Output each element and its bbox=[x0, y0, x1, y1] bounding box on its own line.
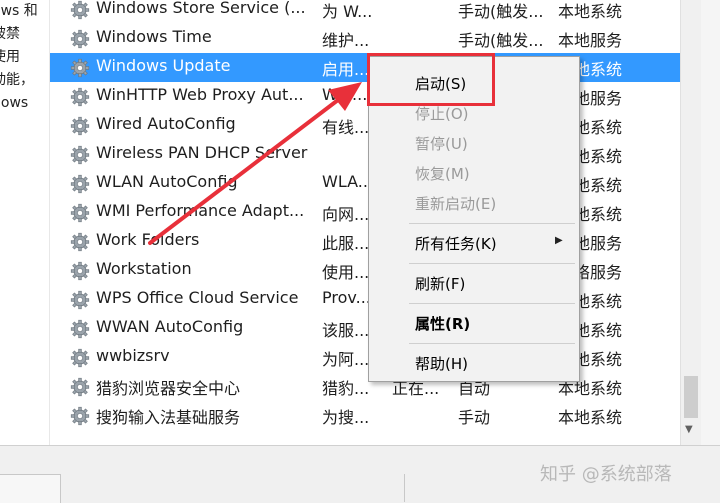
description-line: dows bbox=[0, 95, 29, 111]
service-row[interactable]: WLAN AutoConfig WLA... 本地系统 bbox=[50, 169, 680, 198]
description-panel: ows 和 被禁 使用 动能， dows bbox=[0, 0, 50, 445]
service-name: 猎豹浏览器安全中心 bbox=[96, 379, 241, 398]
service-name: Windows Store Service (... bbox=[96, 0, 306, 17]
service-name: WWAN AutoConfig bbox=[96, 317, 244, 336]
menu-separator bbox=[409, 343, 575, 344]
service-gear-icon bbox=[70, 290, 90, 310]
tab-separator bbox=[404, 474, 405, 502]
scroll-down-arrow-icon[interactable]: ▼ bbox=[685, 424, 693, 435]
service-gear-icon bbox=[70, 203, 90, 223]
menu-item-properties[interactable]: 属性(R) bbox=[369, 309, 579, 337]
service-name: Windows Time bbox=[96, 27, 212, 46]
service-gear-icon bbox=[70, 174, 90, 194]
menu-item-all-tasks[interactable]: 所有任务(K) ▶ bbox=[369, 229, 579, 257]
service-name: Work Folders bbox=[96, 230, 200, 249]
service-name: WLAN AutoConfig bbox=[96, 172, 238, 191]
annotation-highlight-box bbox=[367, 53, 495, 106]
menu-separator bbox=[409, 263, 575, 264]
service-gear-icon bbox=[70, 377, 90, 397]
service-name: WinHTTP Web Proxy Aut... bbox=[96, 85, 304, 104]
vertical-scrollbar[interactable]: ▼ bbox=[680, 0, 701, 445]
menu-item-refresh[interactable]: 刷新(F) bbox=[369, 269, 579, 297]
service-name: Wired AutoConfig bbox=[96, 114, 236, 133]
menu-item-help[interactable]: 帮助(H) bbox=[369, 349, 579, 377]
tab-extended[interactable] bbox=[0, 474, 61, 503]
service-startup-type: 手动 bbox=[458, 408, 491, 427]
service-gear-icon bbox=[70, 406, 90, 426]
service-gear-icon bbox=[70, 29, 90, 49]
service-logon-as: 本地系统 bbox=[558, 2, 623, 21]
service-row[interactable]: WWAN AutoConfig 该服... 本地系统 bbox=[50, 314, 680, 343]
description-line: 动能， bbox=[0, 72, 34, 88]
service-row[interactable]: WinHTTP Web Proxy Aut... Win... 本地服务 bbox=[50, 82, 680, 111]
menu-item-restart[interactable]: 重新启动(E) bbox=[369, 189, 579, 217]
description-line: 被禁 bbox=[0, 26, 20, 42]
description-line: ows 和 bbox=[0, 3, 38, 19]
service-description: 为搜... bbox=[322, 408, 370, 427]
service-gear-icon bbox=[70, 58, 90, 78]
service-gear-icon bbox=[70, 232, 90, 252]
service-gear-icon bbox=[70, 261, 90, 281]
service-description: Win... bbox=[322, 85, 368, 104]
service-row[interactable]: WPS Office Cloud Service Prov... 本地系统 bbox=[50, 285, 680, 314]
service-name: Windows Update bbox=[96, 56, 231, 75]
service-description: 有线... bbox=[322, 118, 370, 137]
service-description: 为 W... bbox=[322, 2, 372, 21]
watermark: 知乎 @系统部落 bbox=[540, 464, 672, 485]
service-name: WMI Performance Adapt... bbox=[96, 201, 305, 220]
service-gear-icon bbox=[70, 116, 90, 136]
menu-item-pause[interactable]: 暂停(U) bbox=[369, 129, 579, 157]
service-row[interactable]: Wired AutoConfig 有线... 本地系统 bbox=[50, 111, 680, 140]
service-row[interactable]: Windows Time 维护... 手动(触发... 本地服务 bbox=[50, 24, 680, 53]
submenu-arrow-icon: ▶ bbox=[555, 235, 563, 246]
service-name: wwbizsrv bbox=[96, 346, 170, 365]
service-startup-type: 手动(触发... bbox=[458, 31, 544, 50]
window-edge bbox=[701, 0, 720, 445]
services-list: Windows Store Service (... 为 W... 手动(触发...… bbox=[50, 0, 680, 445]
service-description: 此服... bbox=[322, 234, 370, 253]
menu-separator bbox=[409, 223, 575, 224]
menu-separator bbox=[409, 303, 575, 304]
service-row[interactable]: wwbizsrv 为阿... 本地系统 bbox=[50, 343, 680, 372]
service-startup-type: 手动(触发... bbox=[458, 2, 544, 21]
service-name: Wireless PAN DHCP Server bbox=[96, 143, 308, 162]
service-description: 为阿... bbox=[322, 350, 370, 369]
service-description: 维护... bbox=[322, 31, 370, 50]
service-logon-as: 本地服务 bbox=[558, 31, 623, 50]
service-gear-icon bbox=[70, 348, 90, 368]
service-description: WLA... bbox=[322, 172, 372, 191]
service-name: 搜狗输入法基础服务 bbox=[96, 408, 241, 427]
service-row[interactable]: Windows Update启用...手动(触发...本地系统 bbox=[50, 53, 680, 82]
service-row[interactable]: Windows Store Service (... 为 W... 手动(触发...… bbox=[50, 0, 680, 24]
service-description: 使用... bbox=[322, 263, 370, 282]
service-description: 猎豹... bbox=[322, 379, 370, 398]
service-gear-icon bbox=[70, 145, 90, 165]
service-row[interactable]: WMI Performance Adapt... 向网... 本地系统 bbox=[50, 198, 680, 227]
service-logon-as: 本地系统 bbox=[558, 408, 623, 427]
service-row[interactable]: 猎豹浏览器安全中心 猎豹... 正在... 自动 本地系统 bbox=[50, 372, 680, 401]
service-description: 向网... bbox=[322, 205, 370, 224]
service-row[interactable]: Workstation 使用... 网络服务 bbox=[50, 256, 680, 285]
service-description: 启用... bbox=[322, 60, 370, 79]
service-gear-icon bbox=[70, 87, 90, 107]
service-row[interactable]: Wireless PAN DHCP Server 本地系统 bbox=[50, 140, 680, 169]
service-row[interactable]: Work Folders 此服... 本地服务 bbox=[50, 227, 680, 256]
service-gear-icon bbox=[70, 319, 90, 339]
scrollbar-thumb[interactable] bbox=[684, 376, 698, 418]
service-name: WPS Office Cloud Service bbox=[96, 288, 299, 307]
service-description: 该服... bbox=[322, 321, 370, 340]
service-row[interactable]: 搜狗输入法基础服务 为搜... 手动 本地系统 bbox=[50, 401, 680, 430]
service-description: Prov... bbox=[322, 288, 371, 307]
service-gear-icon bbox=[70, 0, 90, 20]
service-name: Workstation bbox=[96, 259, 192, 278]
description-line: 使用 bbox=[0, 49, 20, 65]
menu-item-resume[interactable]: 恢复(M) bbox=[369, 159, 579, 187]
